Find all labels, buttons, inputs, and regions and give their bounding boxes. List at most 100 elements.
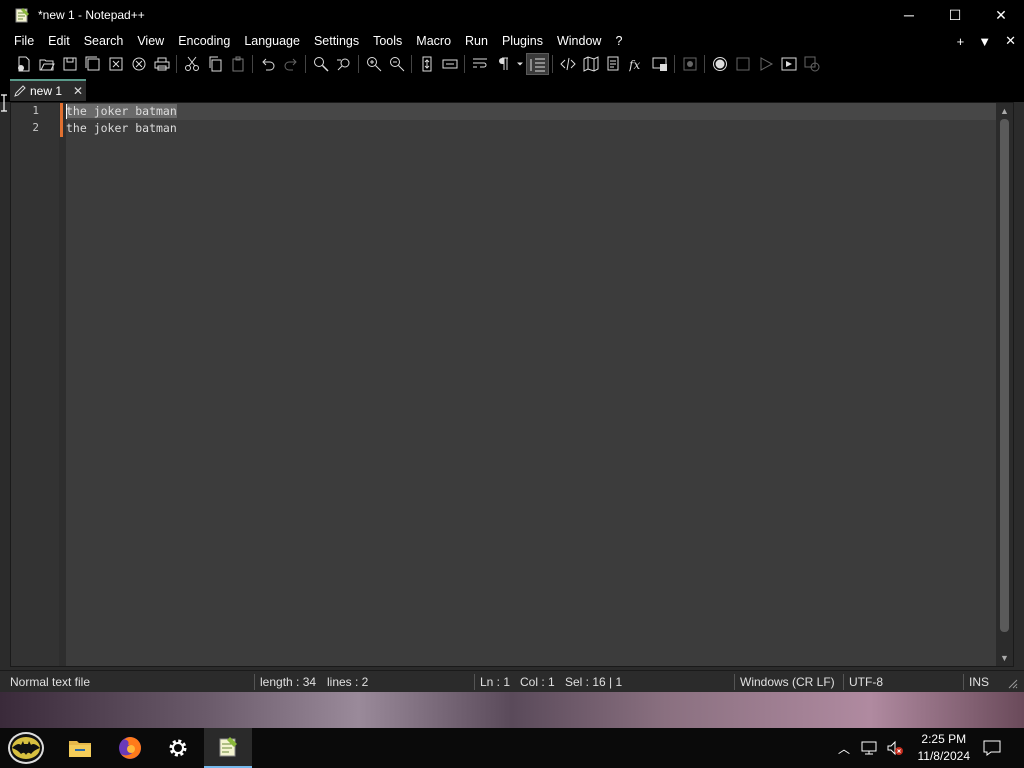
close-button[interactable]: ✕ <box>978 0 1024 30</box>
function-list-icon[interactable]: fx <box>625 53 648 75</box>
menu-tools[interactable]: Tools <box>366 30 409 52</box>
zoom-out-icon[interactable] <box>385 53 408 75</box>
network-icon[interactable] <box>860 740 878 756</box>
indent-guide-icon[interactable] <box>526 53 549 75</box>
firefox-icon[interactable] <box>106 728 154 768</box>
menu-bar: File Edit Search View Encoding Language … <box>0 30 1024 52</box>
close-all-icon[interactable] <box>127 53 150 75</box>
selected-text: the joker batman <box>66 104 177 118</box>
scroll-up-arrow-icon[interactable]: ▲ <box>996 103 1013 119</box>
cut-icon[interactable] <box>180 53 203 75</box>
toolbar-separator <box>305 55 306 73</box>
status-length: length : 34 <box>260 675 317 689</box>
status-file-type: Normal text file <box>10 675 91 689</box>
word-wrap-icon[interactable] <box>468 53 491 75</box>
status-divider <box>254 674 255 690</box>
undo-icon[interactable] <box>256 53 279 75</box>
tab-close-icon[interactable]: ✕ <box>73 84 83 98</box>
volume-muted-icon[interactable] <box>886 740 904 756</box>
notepadpp-app-icon <box>15 8 29 23</box>
menu-language[interactable]: Language <box>237 30 307 52</box>
find-icon[interactable] <box>309 53 332 75</box>
system-tray: ︿ <box>838 728 904 768</box>
line-number-gutter: 1 2 <box>11 103 66 666</box>
document-list-icon[interactable] <box>602 53 625 75</box>
menu-macro[interactable]: Macro <box>409 30 458 52</box>
menu-settings[interactable]: Settings <box>307 30 366 52</box>
pencil-icon <box>14 85 26 97</box>
print-icon[interactable] <box>150 53 173 75</box>
menu-search[interactable]: Search <box>77 30 131 52</box>
text-area[interactable]: the joker batman the joker batman <box>66 103 996 666</box>
menu-view[interactable]: View <box>130 30 171 52</box>
tab-label: new 1 <box>30 84 63 98</box>
status-encoding[interactable]: UTF-8 <box>849 671 883 693</box>
new-file-icon[interactable] <box>12 53 35 75</box>
show-all-chars-icon[interactable] <box>491 53 514 75</box>
save-all-icon[interactable] <box>81 53 104 75</box>
file-explorer-icon[interactable] <box>56 728 104 768</box>
status-selection: Sel : 16 | 1 <box>565 675 623 689</box>
minimize-button[interactable]: ─ <box>886 0 932 30</box>
run-macro-multiple-icon[interactable] <box>777 53 800 75</box>
code-tags-icon[interactable] <box>556 53 579 75</box>
folder-workspace-icon[interactable] <box>648 53 671 75</box>
svg-text:fx: fx <box>629 58 640 72</box>
status-insert-mode[interactable]: INS <box>969 671 989 693</box>
taskbar: ︿ 2:25 PM 11/8/2024 <box>0 728 1024 768</box>
sync-vertical-icon[interactable] <box>415 53 438 75</box>
toolbar-separator <box>464 55 465 73</box>
scroll-down-arrow-icon[interactable]: ▼ <box>996 650 1013 666</box>
toolbar-separator <box>252 55 253 73</box>
monitoring-icon[interactable] <box>678 53 701 75</box>
tab-new-1[interactable]: new 1 ✕ <box>10 79 86 101</box>
dropdown-arrow-icon[interactable] <box>514 53 526 75</box>
status-divider <box>734 674 735 690</box>
vertical-scrollbar[interactable]: ▲ ▼ <box>996 103 1013 666</box>
stop-macro-icon[interactable] <box>731 53 754 75</box>
maximize-button[interactable]: ☐ <box>932 0 978 30</box>
menu-run[interactable]: Run <box>458 30 495 52</box>
close-document-icon[interactable]: ✕ <box>1005 33 1016 49</box>
paste-icon[interactable] <box>226 53 249 75</box>
toolbar-separator <box>704 55 705 73</box>
desktop-wallpaper-bottom <box>0 692 1024 728</box>
status-eol[interactable]: Windows (CR LF) <box>740 671 835 693</box>
start-button[interactable] <box>2 728 50 768</box>
scrollbar-thumb[interactable] <box>1000 119 1009 632</box>
menu-file[interactable]: File <box>0 30 41 52</box>
status-column: Col : 1 <box>520 675 555 689</box>
chevron-up-icon[interactable]: ︿ <box>838 740 850 757</box>
save-macro-icon[interactable] <box>800 53 823 75</box>
text-line[interactable]: the joker batman <box>66 103 177 120</box>
menu-plugins[interactable]: Plugins <box>495 30 550 52</box>
editor-pane[interactable]: 1 2 the joker batman the joker batman ▲ … <box>10 102 1014 667</box>
change-history-marker <box>60 103 63 120</box>
resize-grip-icon[interactable] <box>1008 679 1018 689</box>
redo-icon[interactable] <box>279 53 302 75</box>
close-file-icon[interactable] <box>104 53 127 75</box>
tab-list-dropdown-icon[interactable]: ▼ <box>978 34 991 49</box>
sync-horizontal-icon[interactable] <box>438 53 461 75</box>
zoom-in-icon[interactable] <box>362 53 385 75</box>
copy-icon[interactable] <box>203 53 226 75</box>
notepadpp-taskbar-icon[interactable] <box>204 728 252 768</box>
fold-margin[interactable] <box>59 103 66 666</box>
settings-gear-icon[interactable] <box>154 728 202 768</box>
menu-help[interactable]: ? <box>608 30 629 52</box>
record-macro-icon[interactable] <box>708 53 731 75</box>
text-line[interactable]: the joker batman <box>66 120 177 137</box>
play-macro-icon[interactable] <box>754 53 777 75</box>
menu-edit[interactable]: Edit <box>41 30 77 52</box>
clock-date: 11/8/2024 <box>917 749 971 763</box>
open-file-icon[interactable] <box>35 53 58 75</box>
replace-icon[interactable] <box>332 53 355 75</box>
action-center-icon[interactable] <box>968 728 1016 768</box>
menu-encoding[interactable]: Encoding <box>171 30 237 52</box>
taskbar-clock[interactable]: 2:25 PM 11/8/2024 <box>918 731 971 765</box>
menu-window[interactable]: Window <box>550 30 608 52</box>
status-lines: lines : 2 <box>327 675 369 689</box>
document-map-icon[interactable] <box>579 53 602 75</box>
new-tab-plus-icon[interactable]: + <box>957 34 965 49</box>
save-icon[interactable] <box>58 53 81 75</box>
